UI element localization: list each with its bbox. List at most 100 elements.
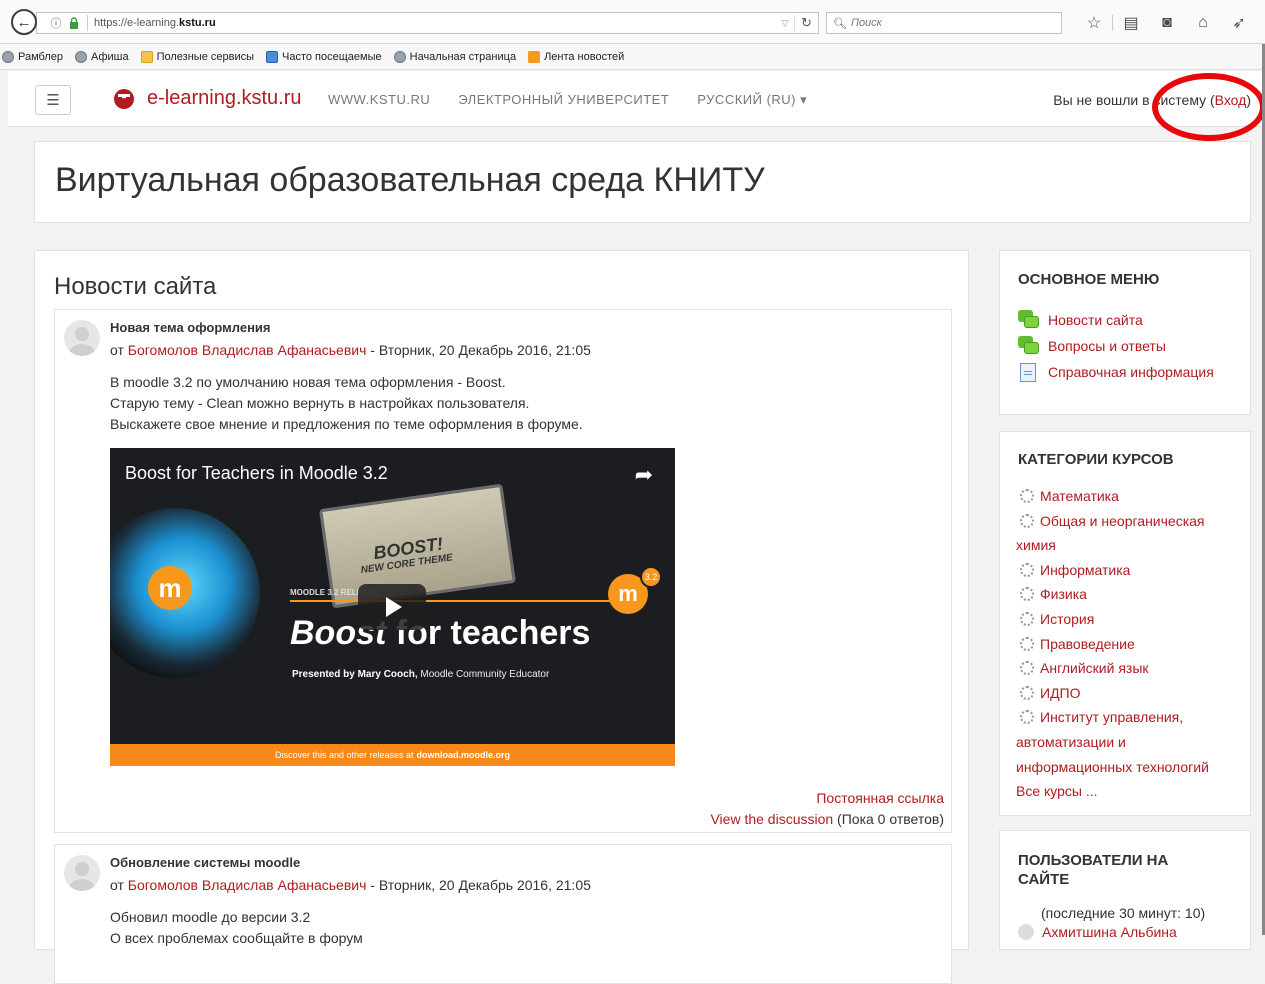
nav-link-e-university[interactable]: ЭЛЕКТРОННЫЙ УНИВЕРСИТЕТ [458, 92, 669, 108]
category-item[interactable]: Английский язык [1016, 656, 1241, 681]
back-button[interactable]: ← [11, 9, 37, 35]
video-presenter: Presented by Mary Cooch, Moodle Communit… [292, 669, 549, 680]
play-button[interactable] [358, 584, 426, 630]
category-icon [1020, 661, 1034, 676]
menu-item-site-news[interactable]: Новости сайта [1018, 307, 1214, 333]
category-label: Физика [1040, 586, 1087, 603]
brand-name: e-learning.kstu.ru [147, 87, 302, 109]
video-embed[interactable]: m BOOST! NEW CORE THEME Boost for Teache… [110, 448, 675, 766]
forum-icon [1018, 336, 1040, 356]
author-link[interactable]: Богомолов Владислав Афанасьевич [128, 342, 367, 358]
bookmark-rambler[interactable]: Рамблер [2, 50, 63, 63]
lock-icon [67, 16, 81, 30]
bookmark-label: Часто посещаемые [282, 50, 382, 63]
menu-item-label: Справочная информация [1048, 364, 1214, 380]
category-item[interactable]: Институт управления, автоматизации и инф… [1016, 705, 1241, 779]
category-label: Общая и неорганическая химия [1016, 512, 1205, 554]
menu-item-qa[interactable]: Вопросы и ответы [1018, 333, 1214, 359]
reply-count: (Пока 0 ответов) [833, 811, 944, 827]
share-icon[interactable]: ➦ [635, 462, 653, 488]
pocket-icon[interactable]: ◙ [1149, 12, 1185, 34]
post-body: В moodle 3.2 по умолчанию новая тема офо… [110, 372, 583, 435]
browser-toolbar: ⓘ https://e-learning.kstu.ru ▽ ↻ ← 🔍︎ По… [0, 0, 1265, 44]
category-item[interactable]: Правоведение [1016, 632, 1241, 657]
category-icon [1020, 587, 1034, 602]
all-courses-link[interactable]: Все курсы ... [1016, 779, 1241, 804]
nav-link-kstu[interactable]: WWW.KSTU.RU [328, 92, 430, 108]
menu-item-reference[interactable]: Справочная информация [1018, 359, 1214, 385]
avatar[interactable] [64, 320, 100, 356]
category-item[interactable]: Математика [1016, 484, 1241, 509]
avatar[interactable] [64, 855, 100, 891]
search-input[interactable]: 🔍︎ Поиск [826, 12, 1062, 34]
online-user-item[interactable]: Ахмитшина Альбина [1018, 924, 1177, 940]
author-link[interactable]: Богомолов Владислав Афанасьевич [128, 877, 367, 893]
main-menu-list: Новости сайта Вопросы и ответы Справочна… [1018, 307, 1214, 385]
category-icon [1020, 562, 1034, 577]
brand-link[interactable]: e-learning.kstu.ru [113, 87, 302, 110]
reload-icon[interactable]: ↻ [794, 15, 818, 31]
category-icon [1020, 685, 1034, 700]
block-title: КАТЕГОРИИ КУРСОВ [1018, 451, 1174, 468]
drawer-toggle-button[interactable]: ☰ [35, 85, 71, 115]
home-icon[interactable]: ⌂ [1185, 12, 1221, 34]
course-categories-block: КАТЕГОРИИ КУРСОВ Математика Общая и неор… [999, 431, 1251, 816]
search-placeholder: Поиск [850, 17, 882, 29]
category-icon [1020, 513, 1034, 528]
browser-actions: ☆ ▤ ◙ ⌂ ➶ [1076, 12, 1257, 34]
custom-menu: WWW.KSTU.RU ЭЛЕКТРОННЫЙ УНИВЕРСИТЕТ РУСС… [328, 92, 835, 108]
video-footer: Discover this and other releases at downl… [110, 744, 675, 766]
back-arrow-icon: ← [16, 13, 32, 31]
view-discussion-link[interactable]: View the discussion [710, 811, 833, 827]
bookmark-services[interactable]: Полезные сервисы [140, 50, 254, 63]
bookmark-label: Лента новостей [544, 50, 625, 63]
category-item[interactable]: Физика [1016, 582, 1241, 607]
bookmark-news-feed[interactable]: Лента новостей [528, 50, 625, 63]
url-bar[interactable]: ⓘ https://e-learning.kstu.ru ▽ ↻ [36, 12, 819, 34]
category-list: Математика Общая и неорганическая химия … [1016, 484, 1241, 804]
library-icon[interactable]: ▤ [1113, 12, 1149, 34]
post-subject: Новая тема оформления [110, 320, 271, 335]
permalink-link[interactable]: Постоянная ссылка [816, 790, 944, 806]
rss-icon [528, 50, 541, 63]
menu-item-label: Новости сайта [1048, 312, 1143, 328]
category-item[interactable]: Общая и неорганическая химия [1016, 509, 1241, 558]
footer-link: download.moodle.org [416, 750, 511, 760]
bookmark-label: Рамблер [18, 50, 63, 63]
online-users-block: ПОЛЬЗОВАТЕЛИ НА САЙТЕ (последние 30 мину… [999, 830, 1251, 950]
bookmark-start-page[interactable]: Начальная страница [393, 50, 516, 63]
url-dropdown-icon[interactable]: ▽ [776, 18, 794, 29]
ie-page-icon [266, 50, 279, 63]
forum-post: Обновление системы moodle от Богомолов В… [54, 844, 952, 984]
moodle-m-icon: m [148, 566, 192, 610]
forum-post: Новая тема оформления от Богомолов Влади… [54, 309, 952, 833]
search-icon: 🔍︎ [833, 17, 847, 30]
user-avatar-icon [1018, 924, 1034, 940]
info-icon[interactable]: ⓘ [47, 15, 65, 31]
url-text[interactable]: https://e-learning.kstu.ru [94, 17, 776, 29]
video-title[interactable]: Boost for Teachers in Moodle 3.2 [125, 463, 388, 484]
version-badge: 3.2 [640, 566, 662, 588]
bookmark-most-visited[interactable]: Часто посещаемые [266, 50, 382, 63]
globe-icon [75, 50, 87, 63]
post-body-line: О всех проблемах сообщайте в форум [110, 930, 363, 946]
category-item[interactable]: ИДПО [1016, 681, 1241, 706]
category-item[interactable]: История [1016, 607, 1241, 632]
bookmark-star-icon[interactable]: ☆ [1076, 12, 1112, 34]
language-menu[interactable]: РУССКИЙ (RU) ▾ [697, 92, 807, 108]
post-byline: от Богомолов Владислав Афанасьевич - Вто… [110, 877, 591, 893]
post-date: - Вторник, 20 Декабрь 2016, 21:05 [366, 877, 591, 893]
post-byline: от Богомолов Владислав Афанасьевич - Вто… [110, 342, 591, 358]
send-icon[interactable]: ➶ [1221, 12, 1257, 34]
site-news-region: Новости сайта Новая тема оформления от Б… [34, 250, 969, 984]
kstu-logo-icon [114, 88, 134, 109]
globe-icon [2, 50, 14, 63]
bookmark-afisha[interactable]: Афиша [75, 50, 129, 63]
footer-text: Discover this and other releases at [274, 750, 414, 760]
category-item[interactable]: Информатика [1016, 558, 1241, 583]
block-title: ПОЛЬЗОВАТЕЛИ НА САЙТЕ [1018, 852, 1169, 888]
hamburger-icon: ☰ [46, 92, 60, 109]
byline-prefix: от [110, 342, 128, 358]
presenter-role: Moodle Community Educator [417, 669, 550, 680]
post-body-line: В moodle 3.2 по умолчанию новая тема офо… [110, 374, 506, 390]
